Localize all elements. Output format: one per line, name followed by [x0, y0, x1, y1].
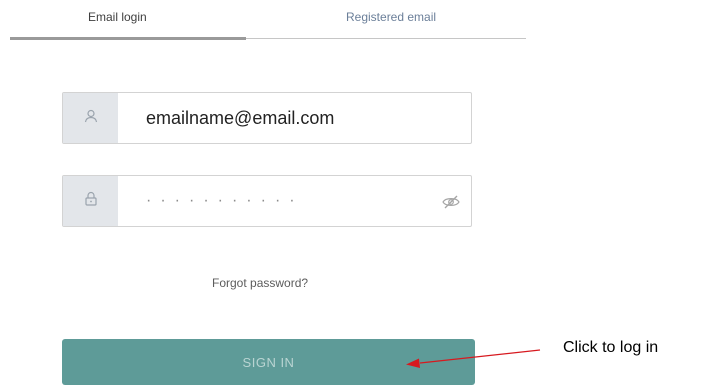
- password-field-icon-box: [63, 176, 118, 226]
- email-field-icon-box: [63, 93, 118, 143]
- password-field[interactable]: [62, 175, 472, 227]
- user-icon: [84, 109, 98, 128]
- eye-slash-icon[interactable]: [441, 192, 461, 212]
- active-tab-indicator: [10, 37, 246, 40]
- forgot-password-link[interactable]: Forgot password?: [212, 276, 308, 290]
- lock-icon: [84, 191, 98, 211]
- tab-email-login[interactable]: Email login: [88, 10, 147, 24]
- tab-registered-email[interactable]: Registered email: [346, 10, 436, 24]
- email-field[interactable]: [62, 92, 472, 144]
- annotation-label: Click to log in: [563, 339, 659, 356]
- sign-in-button[interactable]: SIGN IN: [62, 339, 475, 385]
- password-input[interactable]: [118, 176, 418, 226]
- login-tabs: Email login Registered email: [10, 0, 526, 42]
- email-input[interactable]: [118, 93, 418, 143]
